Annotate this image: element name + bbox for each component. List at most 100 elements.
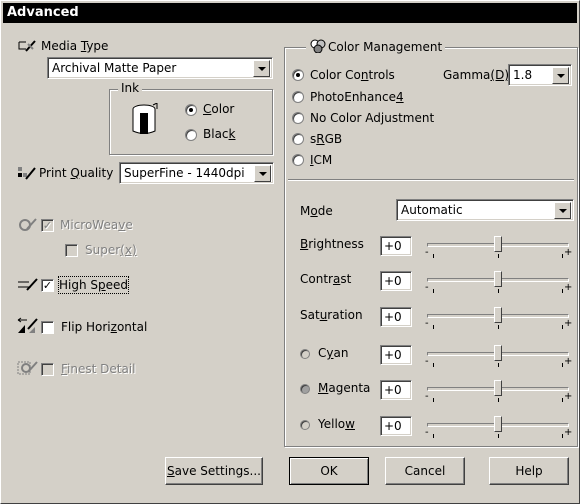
microweave-checkbox[interactable]: ✓ — [41, 219, 54, 232]
cyan-value-field[interactable]: +0 — [380, 345, 412, 365]
chevron-down-icon[interactable] — [253, 60, 270, 77]
magenta-value-field[interactable]: +0 — [380, 380, 412, 400]
black-radio[interactable] — [185, 129, 197, 141]
ink-cartridge-icon — [131, 102, 159, 137]
slider-thumb[interactable] — [494, 307, 502, 323]
slider-row: Contrast +0 - + — [1, 269, 580, 293]
slider-thumb[interactable] — [494, 236, 502, 252]
magenta-slider[interactable]: - + — [425, 378, 573, 402]
saturation-value: +0 — [384, 310, 402, 324]
magenta-dot-icon — [300, 384, 310, 394]
brightness-value-field[interactable]: +0 — [380, 236, 412, 256]
ok-button[interactable]: OK — [289, 457, 369, 485]
cyan-dot-icon — [300, 349, 310, 359]
contrast-value: +0 — [384, 274, 402, 288]
ink-legend: Ink — [118, 81, 143, 95]
photoenhance-label: PhotoEnhance4 — [310, 90, 404, 104]
slider-tick — [433, 398, 434, 402]
gamma-value: 1.8 — [513, 68, 533, 82]
color-management-legend: Color Management — [306, 39, 446, 54]
slider-row: Magenta +0 - + — [1, 378, 580, 402]
gamma-label: Gamma(D) — [443, 68, 509, 82]
brightness-slider[interactable]: - + — [425, 234, 573, 258]
cancel-button[interactable]: Cancel — [385, 457, 465, 485]
slider-tick — [433, 325, 434, 329]
cyan-slider[interactable]: - + — [425, 343, 573, 367]
print-quality-label: Print Quality — [39, 166, 114, 180]
slider-thumb[interactable] — [494, 416, 502, 432]
contrast-value-field[interactable]: +0 — [380, 271, 412, 291]
dialog-title: Advanced — [7, 5, 79, 20]
advanced-dialog: Advanced Media Type Archival Matte Paper… — [0, 0, 580, 504]
slider-row: Yellow +0 - + — [1, 414, 580, 438]
save-settings-button[interactable]: Save Settings... — [165, 457, 263, 485]
slider-tick — [562, 434, 563, 438]
help-button[interactable]: Help — [489, 457, 569, 485]
chevron-down-icon[interactable] — [552, 67, 569, 84]
slider-tick — [498, 254, 499, 258]
gamma-select[interactable]: 1.8 — [508, 64, 572, 86]
srgb-radio[interactable] — [292, 133, 304, 145]
magenta-value: +0 — [384, 383, 402, 397]
minus-marker: - — [425, 391, 429, 402]
slider-thumb[interactable] — [494, 271, 502, 287]
slider-tick — [498, 363, 499, 367]
mode-value: Automatic — [401, 203, 463, 217]
title-bar[interactable]: Advanced — [3, 3, 577, 23]
yellow-value-field[interactable]: +0 — [380, 416, 412, 436]
microweave-label: MicroWeave — [60, 218, 133, 232]
slider-tick — [433, 363, 434, 367]
black-radio-label: Black — [203, 127, 236, 141]
cyan-label: Cyan — [318, 346, 349, 360]
color-controls-radio[interactable] — [292, 69, 304, 81]
saturation-value-field[interactable]: +0 — [380, 307, 412, 327]
no-color-adjustment-radio[interactable] — [292, 112, 304, 124]
microweave-icon — [17, 217, 39, 233]
plus-marker: + — [564, 282, 573, 293]
print-quality-select[interactable]: SuperFine - 1440dpi — [119, 162, 274, 184]
slider-tick — [433, 289, 434, 293]
chevron-down-icon[interactable] — [254, 165, 271, 182]
plus-marker: + — [564, 247, 573, 258]
slider-tick — [562, 289, 563, 293]
slider-tick — [433, 254, 434, 258]
saturation-label: Saturation — [300, 308, 363, 322]
mode-select[interactable]: Automatic — [396, 199, 574, 221]
color-wheel-icon — [310, 39, 326, 54]
slider-tick — [498, 434, 499, 438]
contrast-label: Contrast — [300, 272, 352, 286]
plus-marker: + — [564, 391, 573, 402]
slider-row: Cyan +0 - + — [1, 343, 580, 367]
plus-marker: + — [564, 318, 573, 329]
photoenhance-radio[interactable] — [292, 91, 304, 103]
slider-tick — [562, 254, 563, 258]
brightness-label: Brightness — [300, 237, 364, 251]
chevron-down-icon[interactable] — [554, 202, 571, 219]
slider-thumb[interactable] — [494, 380, 502, 396]
color-radio[interactable] — [185, 104, 197, 116]
print-quality-value: SuperFine - 1440dpi — [124, 166, 245, 180]
saturation-slider[interactable]: - + — [425, 305, 573, 329]
media-type-value: Archival Matte Paper — [52, 61, 177, 75]
slider-tick — [498, 325, 499, 329]
media-type-select[interactable]: Archival Matte Paper — [47, 57, 273, 79]
yellow-label: Yellow — [318, 417, 355, 431]
minus-marker: - — [425, 427, 429, 438]
icm-radio[interactable] — [292, 154, 304, 166]
icm-label: ICM — [310, 153, 333, 167]
contrast-slider[interactable]: - + — [425, 269, 573, 293]
minus-marker: - — [425, 282, 429, 293]
color-radio-label: Color — [203, 102, 235, 116]
cyan-value: +0 — [384, 348, 402, 362]
plus-marker: + — [564, 427, 573, 438]
minus-marker: - — [425, 318, 429, 329]
slider-tick — [562, 398, 563, 402]
plus-marker: + — [564, 356, 573, 367]
slider-tick — [498, 289, 499, 293]
brightness-value: +0 — [384, 239, 402, 253]
print-quality-icon — [17, 165, 37, 181]
yellow-slider[interactable]: - + — [425, 414, 573, 438]
slider-thumb[interactable] — [494, 345, 502, 361]
srgb-label: sRGB — [310, 132, 343, 146]
minus-marker: - — [425, 247, 429, 258]
